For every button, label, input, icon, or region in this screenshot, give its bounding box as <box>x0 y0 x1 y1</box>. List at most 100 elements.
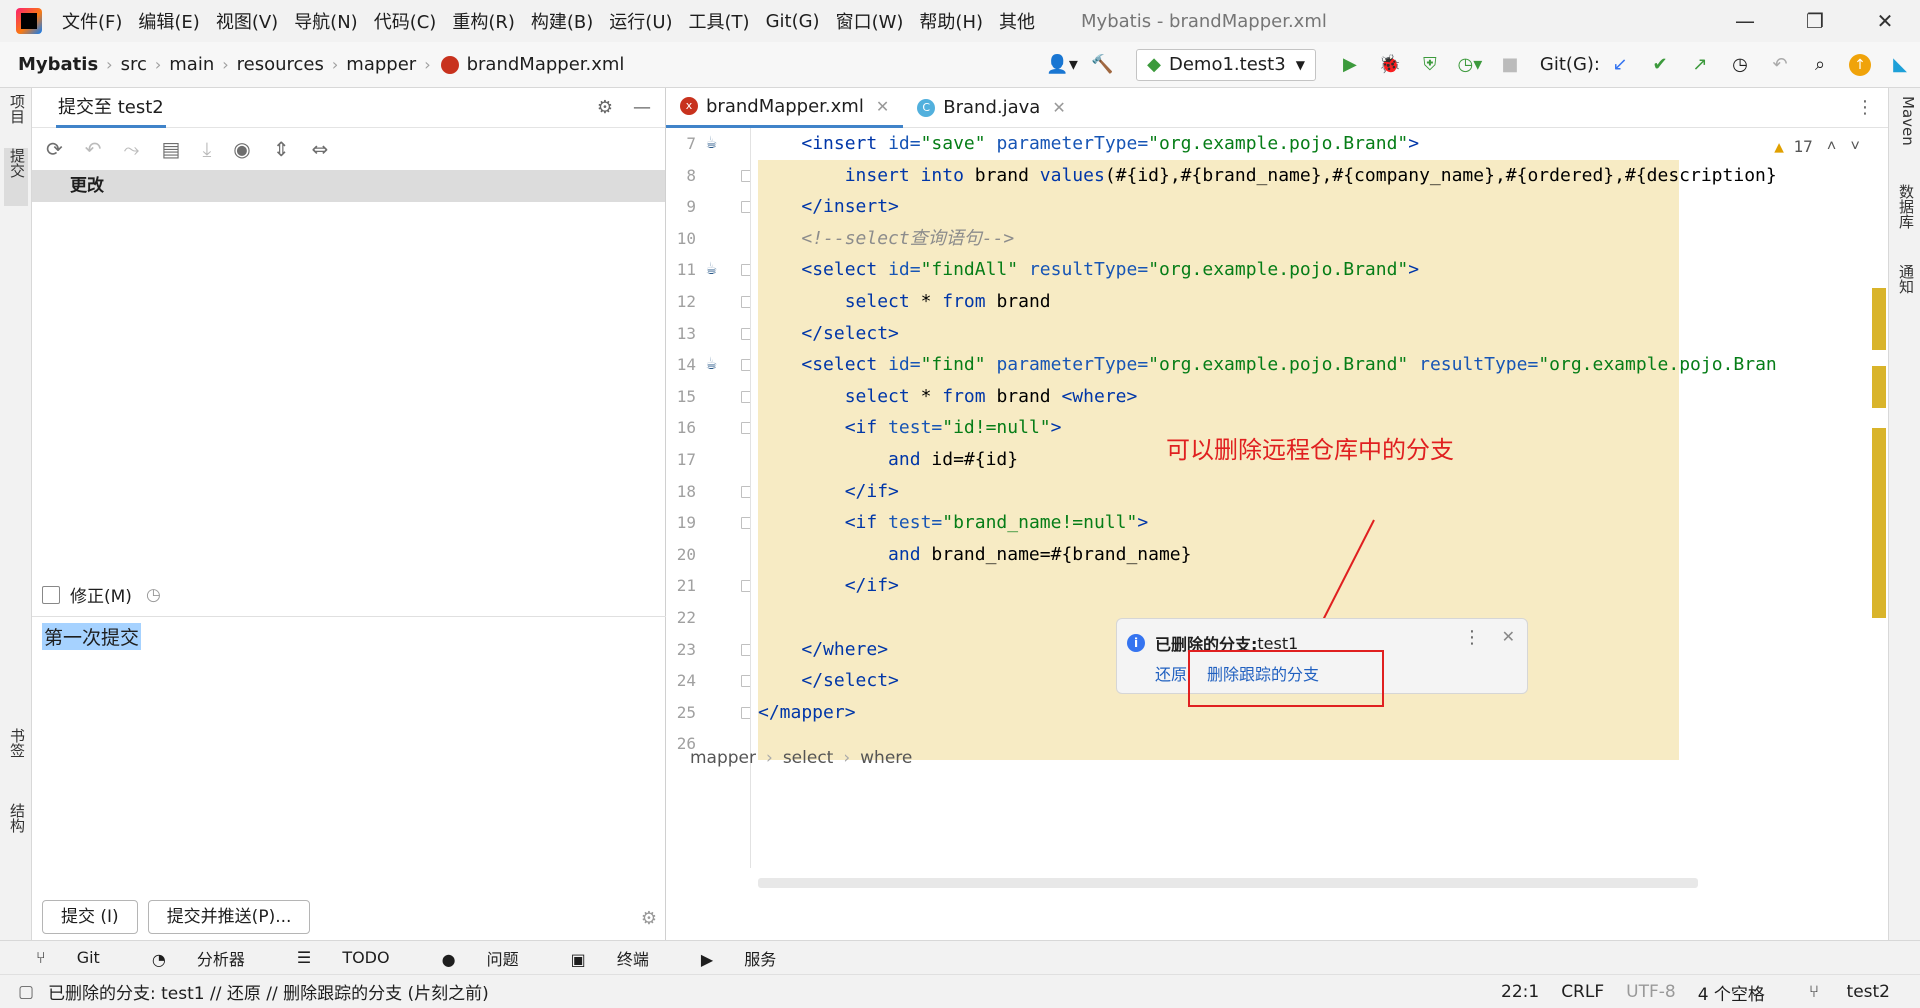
bottom-tool-git[interactable]: ⑂ Git <box>36 948 126 967</box>
coverage-icon[interactable]: ⛨ <box>1410 54 1450 75</box>
horizontal-scrollbar[interactable] <box>758 878 1698 888</box>
tab-brand-java[interactable]: C Brand.java ✕ <box>903 88 1079 128</box>
commit-message-field[interactable]: 第一次提交 <box>32 616 666 886</box>
menu-item[interactable]: 工具(T) <box>689 8 750 34</box>
code-line[interactable]: <if test="id!=null"> <box>758 412 1062 444</box>
run-configuration-select[interactable]: ◆ Demo1.test3 ▼ <box>1136 48 1316 81</box>
tool-tab-notifications[interactable]: 通知 <box>1893 264 1917 294</box>
status-panel-icon[interactable]: ▢ <box>18 982 34 1002</box>
restore-link[interactable]: 还原 <box>1155 661 1187 685</box>
menu-item[interactable]: 构建(B) <box>531 8 593 34</box>
clock-icon[interactable]: ◷ <box>146 585 161 605</box>
rollback-icon[interactable]: ↶ <box>1760 54 1800 75</box>
prev-icon[interactable]: ˄ <box>1827 136 1837 156</box>
download-icon[interactable]: ⤓ <box>202 137 211 161</box>
minimize-icon[interactable]: — <box>1710 9 1780 33</box>
code-line[interactable]: </select> <box>758 318 899 350</box>
update-icon[interactable]: ⤳ <box>124 137 140 161</box>
tab-brandmapper-xml[interactable]: x brandMapper.xml ✕ <box>666 88 904 128</box>
bottom-tool-profiler[interactable]: ◔ 分析器 <box>152 946 271 970</box>
code-line[interactable]: <if test="brand_name!=null"> <box>758 507 1148 539</box>
java-navigation-icon[interactable]: ☕ <box>706 258 717 279</box>
breadcrumb-item[interactable]: brandMapper.xml <box>467 54 625 75</box>
breadcrumb-item[interactable]: mapper <box>346 54 416 75</box>
shelve-icon[interactable]: ▤ <box>162 137 181 161</box>
code-line[interactable]: </insert> <box>758 191 899 223</box>
commit-button[interactable]: 提交 (I) <box>42 900 138 934</box>
editor-breadcrumb-item[interactable]: where <box>860 748 912 768</box>
breadcrumb-item[interactable]: Mybatis <box>18 54 98 75</box>
bottom-tool-problems[interactable]: ● 问题 <box>442 946 545 970</box>
cursor-position[interactable]: 22:1 <box>1501 982 1539 1002</box>
java-navigation-icon[interactable]: ☕ <box>706 132 717 153</box>
menu-item[interactable]: 重构(R) <box>452 8 515 34</box>
more-icon[interactable]: ⋮ <box>1463 627 1481 648</box>
close-tab-icon[interactable]: ✕ <box>1052 98 1065 117</box>
tool-tab-project[interactable]: 项目 <box>4 94 28 124</box>
breadcrumb-item[interactable]: resources <box>237 54 324 75</box>
inspection-widget[interactable]: ▲ 17 ˄ ˅ <box>1768 134 1866 158</box>
tool-tab-structure[interactable]: 结构 <box>4 803 28 833</box>
amend-label[interactable]: 修正(M) <box>70 582 132 607</box>
file-encoding[interactable]: UTF-8 <box>1626 982 1676 1002</box>
code-line[interactable]: </if> <box>758 476 899 508</box>
menu-item[interactable]: 导航(N) <box>294 8 358 34</box>
commit-message-text[interactable]: 第一次提交 <box>42 623 142 650</box>
amend-checkbox[interactable] <box>42 585 60 604</box>
refresh-icon[interactable]: ⟳ <box>46 137 63 161</box>
debug-icon[interactable]: 🐞 <box>1370 54 1410 75</box>
settings-icon[interactable]: ⚙ <box>641 908 657 929</box>
tool-tab-maven[interactable]: Maven <box>1893 96 1917 146</box>
git-update-icon[interactable]: ↙ <box>1600 54 1640 75</box>
close-icon[interactable]: ✕ <box>1850 9 1920 33</box>
eye-icon[interactable]: ◉ <box>233 137 250 161</box>
run-icon[interactable]: ▶ <box>1330 54 1370 75</box>
menu-item[interactable]: 文件(F) <box>62 8 122 34</box>
code-line[interactable]: <select id="find" parameterType="org.exa… <box>758 349 1776 381</box>
menu-item[interactable]: 视图(V) <box>216 8 278 34</box>
bottom-tool-todo[interactable]: ☰ TODO <box>297 948 416 967</box>
hide-panel-icon[interactable]: — <box>633 97 651 118</box>
code-line[interactable]: </if> <box>758 570 899 602</box>
changes-group-header[interactable]: 更改 <box>32 170 665 202</box>
code-line[interactable]: select * from brand <where> <box>758 381 1138 413</box>
code-line[interactable]: insert into brand values(#{id},#{brand_n… <box>758 160 1777 192</box>
breadcrumb-item[interactable]: main <box>169 54 214 75</box>
build-hammer-icon[interactable]: 🔨 <box>1082 54 1122 75</box>
editor-breadcrumb-item[interactable]: mapper <box>690 748 756 768</box>
intellij-logo-icon[interactable] <box>16 8 42 34</box>
code-line[interactable]: </select> <box>758 665 899 697</box>
breadcrumb-item[interactable]: src <box>121 54 147 75</box>
line-separator[interactable]: CRLF <box>1561 982 1604 1002</box>
next-icon[interactable]: ˅ <box>1850 136 1860 156</box>
code-line[interactable]: select * from brand <box>758 286 1051 318</box>
code-line[interactable]: <insert id="save" parameterType="org.exa… <box>758 128 1419 160</box>
code-line[interactable]: </mapper> <box>758 697 856 729</box>
update-icon[interactable]: ↑ <box>1840 53 1880 76</box>
menu-item[interactable]: 其他 <box>999 8 1035 34</box>
toolbox-icon[interactable]: ◣ <box>1880 54 1920 75</box>
tool-tab-bookmarks[interactable]: 书签 <box>4 728 28 758</box>
rollback-icon[interactable]: ↶ <box>85 137 102 161</box>
maximize-icon[interactable]: ❐ <box>1780 9 1850 33</box>
history-icon[interactable]: ◷ <box>1720 54 1760 75</box>
more-icon[interactable]: ⋮ <box>1856 97 1874 118</box>
status-message[interactable]: 已删除的分支: test1 // 还原 // 删除跟踪的分支 (片刻之前) <box>48 979 489 1004</box>
tool-tab-commit[interactable]: 提交 <box>4 148 28 206</box>
close-tab-icon[interactable]: ✕ <box>876 97 889 116</box>
menu-item[interactable]: 帮助(H) <box>919 8 983 34</box>
code-line[interactable]: </where> <box>758 634 888 666</box>
menu-item[interactable]: 运行(U) <box>609 8 672 34</box>
tool-tab-database[interactable]: 数据库 <box>1893 184 1917 229</box>
code-line[interactable]: <select id="findAll" resultType="org.exa… <box>758 254 1419 286</box>
bottom-tool-terminal[interactable]: ▣ 终端 <box>571 946 675 970</box>
bottom-tool-services[interactable]: ▶ 服务 <box>701 946 802 970</box>
java-navigation-icon[interactable]: ☕ <box>706 353 717 374</box>
git-commit-icon[interactable]: ✔ <box>1640 54 1680 75</box>
menu-item[interactable]: 编辑(E) <box>138 8 199 34</box>
code-line[interactable]: and brand_name=#{brand_name} <box>758 539 1191 571</box>
close-icon[interactable]: ✕ <box>1502 627 1515 646</box>
commit-tab[interactable]: 提交至 test2 <box>56 93 166 128</box>
menu-item[interactable]: 窗口(W) <box>836 8 904 34</box>
indent-setting[interactable]: 4 个空格 <box>1698 980 1765 1005</box>
